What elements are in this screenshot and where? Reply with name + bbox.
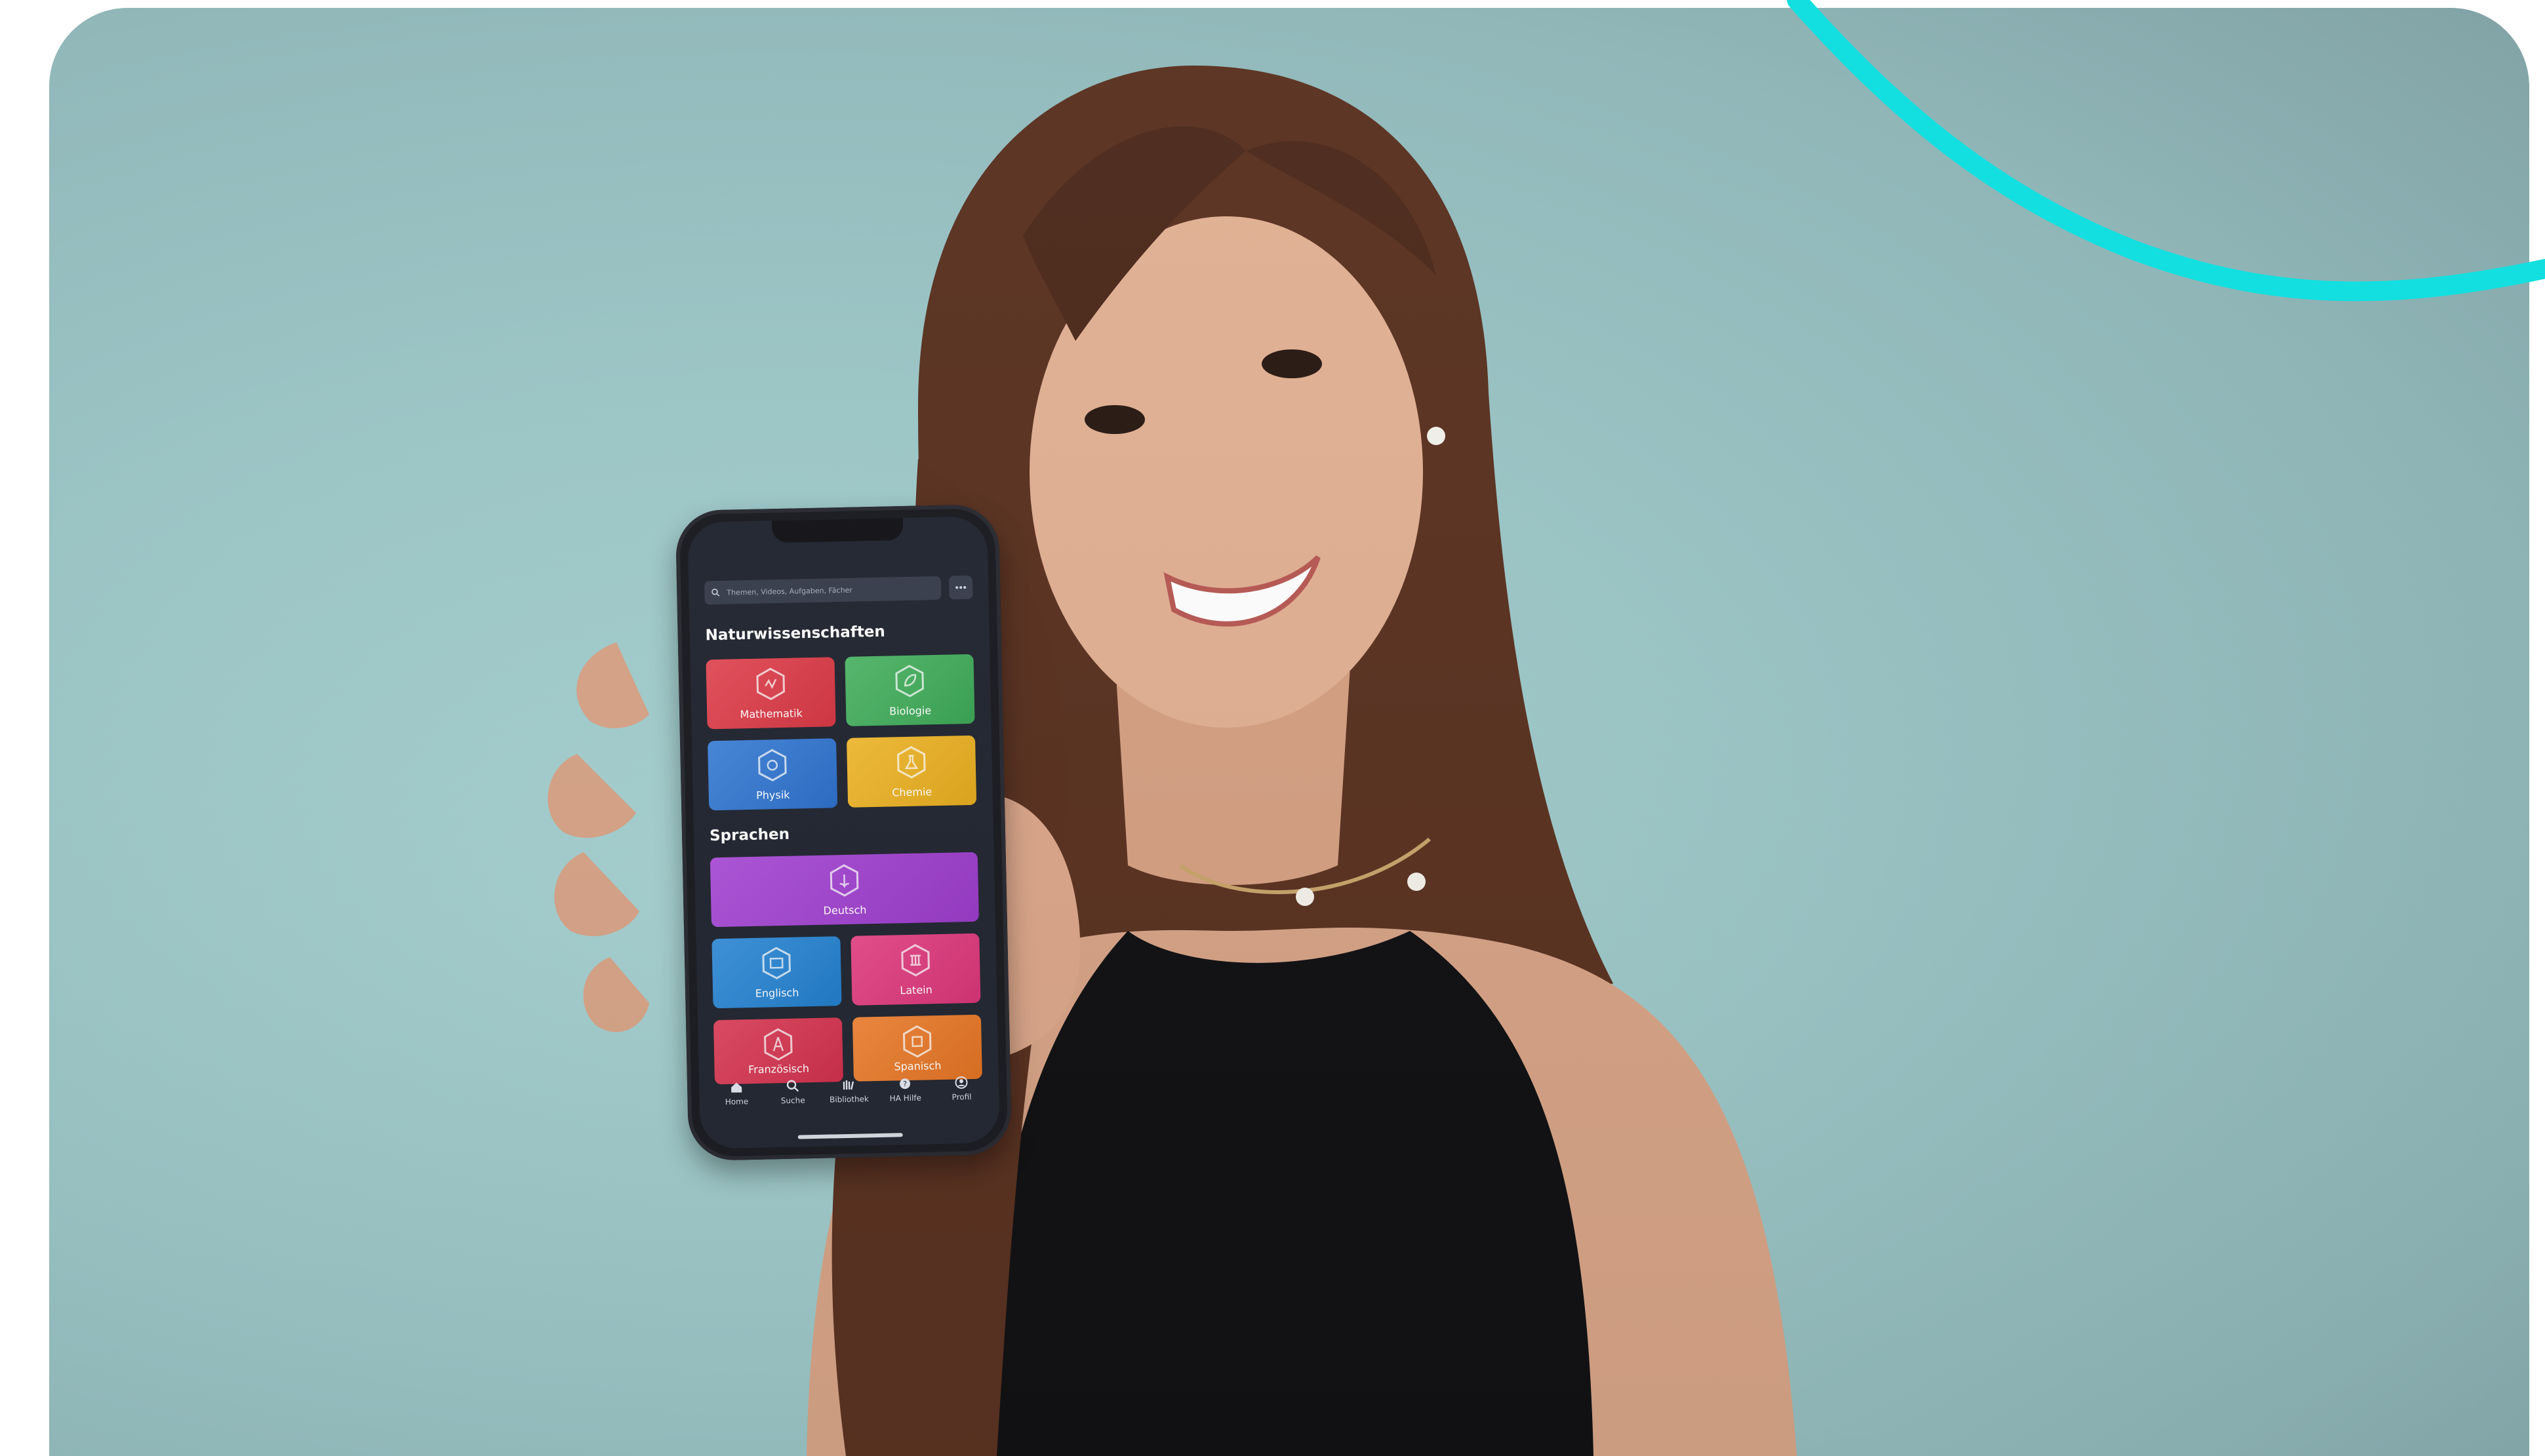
subject-label: Biologie	[889, 704, 932, 718]
tab-suche[interactable]: Suche	[767, 1078, 820, 1106]
tab-label: HA Hilfe	[889, 1093, 922, 1103]
subject-label: Spanisch	[894, 1059, 942, 1073]
math-icon	[756, 667, 785, 700]
more-icon	[955, 586, 967, 589]
phone-screen: Themen, Videos, Aufgaben, Fächer Naturwi…	[687, 516, 1000, 1149]
svg-text:?: ?	[903, 1080, 907, 1088]
tower-icon	[763, 1028, 793, 1061]
subject-label: Mathematik	[740, 707, 803, 721]
help-icon: ?	[900, 1078, 911, 1090]
fan-icon	[902, 1025, 932, 1058]
phone-device: Themen, Videos, Aufgaben, Fächer Naturwi…	[675, 503, 1012, 1162]
search-placeholder: Themen, Videos, Aufgaben, Fächer	[727, 585, 853, 597]
tab-ha-hilfe[interactable]: ? HA Hilfe	[879, 1076, 932, 1103]
leaf-icon	[895, 665, 924, 698]
subject-label: Deutsch	[823, 903, 867, 917]
subject-label: Chemie	[892, 785, 932, 799]
library-icon	[843, 1080, 854, 1090]
hero-photo: Themen, Videos, Aufgaben, Fächer Naturwi…	[49, 8, 2529, 1456]
search-row: Themen, Videos, Aufgaben, Fächer	[704, 574, 973, 606]
book-icon	[830, 864, 859, 897]
section-title-sprachen: Sprachen	[709, 825, 790, 845]
phone-notch	[771, 518, 904, 543]
tab-label: Bibliothek	[829, 1094, 870, 1105]
subject-tile-deutsch[interactable]: Deutsch	[710, 852, 979, 928]
page: Themen, Videos, Aufgaben, Fächer Naturwi…	[0, 0, 2545, 1456]
bottom-tab-bar: Home Suche Bibliothek ? HA Hilfe Profil	[699, 1074, 999, 1127]
subject-tile-chemie[interactable]: Chemie	[846, 735, 977, 808]
subject-label: Englisch	[755, 986, 799, 1000]
subject-label: Latein	[900, 983, 932, 997]
subject-tile-physik[interactable]: Physik	[708, 738, 838, 811]
search-icon	[786, 1080, 799, 1092]
subject-label: Physik	[755, 788, 790, 802]
tab-bibliothek[interactable]: Bibliothek	[822, 1077, 875, 1105]
person-illustration	[548, 66, 1797, 1456]
column-icon	[901, 944, 930, 977]
home-icon	[731, 1082, 742, 1093]
flag-icon	[762, 947, 791, 979]
tab-label: Profil	[952, 1092, 972, 1102]
subject-tile-franzoesisch[interactable]: Französisch	[713, 1017, 843, 1085]
subject-tile-englisch[interactable]: Englisch	[711, 936, 842, 1009]
tab-label: Home	[725, 1097, 749, 1107]
subject-tile-biologie[interactable]: Biologie	[845, 654, 975, 726]
atom-icon	[758, 749, 787, 781]
home-indicator	[797, 1133, 903, 1139]
subject-label: Französisch	[748, 1062, 810, 1076]
tab-profil[interactable]: Profil	[935, 1074, 988, 1102]
profile-icon	[955, 1076, 968, 1089]
tab-home[interactable]: Home	[710, 1080, 763, 1107]
tab-label: Suche	[780, 1095, 805, 1106]
flask-icon	[897, 746, 926, 779]
subject-tile-mathematik[interactable]: Mathematik	[706, 657, 836, 730]
more-button[interactable]	[948, 575, 973, 600]
search-icon	[711, 588, 720, 597]
section-title-naturwissenschaften: Naturwissenschaften	[705, 623, 886, 644]
subject-tile-latein[interactable]: Latein	[851, 933, 981, 1006]
subject-tile-spanisch[interactable]: Spanisch	[852, 1014, 982, 1082]
search-input[interactable]: Themen, Videos, Aufgaben, Fächer	[704, 576, 942, 605]
